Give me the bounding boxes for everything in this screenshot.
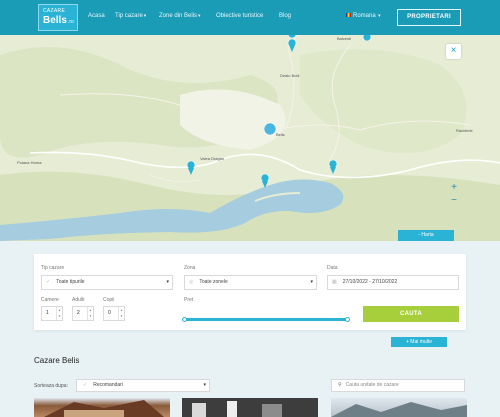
date-value: 27/10/2022 - 27/10/2022: [342, 279, 398, 285]
search-placeholder: Cauta unitate de cazare: [345, 382, 399, 388]
top-navbar: CAZARE Bells .ro Acasa Tip cazare▾ Zone …: [0, 0, 500, 35]
map-place-label: Poiana Horea: [17, 160, 42, 165]
nav-zone[interactable]: Zone din Belis▾: [159, 13, 201, 19]
calendar-icon: ▦: [332, 279, 337, 285]
zone-select[interactable]: ◎ Toate zonele ▾: [184, 275, 317, 290]
logo-text-main: Bells: [43, 15, 67, 26]
price-min-handle[interactable]: [182, 317, 187, 322]
children-stepper[interactable]: 0 ▲ ▼: [103, 306, 125, 321]
caret-down-icon: ▾: [143, 13, 147, 19]
section-title: Cazare Belis: [34, 356, 80, 365]
chevron-down-icon: ▾: [203, 382, 206, 388]
rooms-value: 1: [46, 310, 49, 316]
zoom-in-button[interactable]: +: [449, 183, 459, 194]
nav-tip-cazare[interactable]: Tip cazare▾: [115, 13, 146, 19]
more-filters-tab[interactable]: + Mai multe: [391, 337, 447, 347]
property-search-input[interactable]: ⚲ Cauta unitate de cazare: [331, 379, 465, 392]
map-place-label: Balcesti: [337, 36, 352, 41]
map-canvas: [0, 35, 500, 241]
romania-flag-icon: [346, 13, 351, 18]
date-range-input[interactable]: ▦ 27/10/2022 - 27/10/2022: [327, 275, 459, 290]
logo-text-suffix: .ro: [68, 19, 74, 25]
listing-thumbnail[interactable]: [331, 398, 467, 417]
sort-select[interactable]: ✓ Recomandari ▾: [76, 379, 210, 392]
type-label: Tip cazare: [41, 265, 65, 271]
type-select[interactable]: ✓ Toate tipurile ▾: [41, 275, 173, 290]
map-place-label: Dealu Botii: [280, 73, 300, 78]
caret-down-icon: ▾: [198, 13, 201, 19]
zone-label: Zona: [184, 265, 196, 271]
type-value: Toate tipurile: [56, 279, 85, 285]
spinner-arrows-icon[interactable]: ▲ ▼: [118, 307, 124, 320]
chevron-down-icon: ▾: [166, 279, 169, 285]
nav-acasa-label: Acasa: [88, 13, 105, 19]
nav-tip-cazare-label: Tip cazare: [115, 13, 143, 19]
price-max-handle[interactable]: [345, 317, 350, 322]
spinner-arrows-icon[interactable]: ▲ ▼: [87, 307, 93, 320]
rooms-stepper[interactable]: 1 ▲ ▼: [41, 306, 63, 321]
map-area[interactable]: Poiana Horea Valea Dragan Belis Balcesti…: [0, 35, 500, 241]
interior-photo: [192, 401, 282, 417]
map-place-label: Belis: [276, 132, 285, 137]
nav-obiective[interactable]: Obiective turistice: [216, 13, 263, 19]
children-label: Copii: [103, 297, 115, 303]
listing-thumbnail[interactable]: [182, 398, 318, 417]
spinner-arrows-icon[interactable]: ▲ ▼: [56, 307, 62, 320]
zone-value: Toate zonele: [199, 279, 228, 285]
nav-blog-label: Blog: [279, 13, 292, 19]
search-icon: ⚲: [338, 382, 342, 388]
nav-zone-label: Zone din Belis: [159, 13, 198, 19]
logo-text-top: CAZARE: [43, 8, 66, 14]
nav-obiective-label: Obiective turistice: [216, 13, 264, 19]
adults-stepper[interactable]: 2 ▲ ▼: [72, 306, 94, 321]
adults-value: 2: [77, 310, 80, 316]
price-label: Pret: [184, 297, 194, 303]
site-logo[interactable]: CAZARE Bells .ro: [38, 4, 78, 31]
map-toggle-tab[interactable]: - Harta: [398, 230, 454, 241]
search-button[interactable]: CAUTA: [363, 306, 459, 322]
sort-value: Recomandari: [93, 382, 123, 388]
winter-photo: [331, 402, 467, 417]
location-icon: ◎: [189, 279, 194, 285]
date-label: Data: [327, 265, 338, 271]
owners-button[interactable]: PROPRIETARI: [397, 9, 461, 26]
close-icon[interactable]: ×: [446, 44, 461, 59]
price-range-slider[interactable]: [182, 317, 350, 322]
children-value: 0: [108, 310, 111, 316]
listing-thumbnail[interactable]: [34, 398, 170, 417]
sort-check-icon: ✓: [83, 382, 88, 388]
adults-label: Adulti: [72, 297, 85, 303]
sort-label: Sorteaza dupa:: [34, 383, 68, 389]
map-place-label: Rachitele: [456, 128, 473, 133]
house-photo: [44, 400, 164, 417]
rooms-label: Camere: [41, 297, 59, 303]
nav-blog[interactable]: Blog: [279, 13, 291, 19]
nav-acasa[interactable]: Acasa: [88, 13, 105, 19]
zoom-out-button[interactable]: −: [449, 196, 459, 207]
language-selector[interactable]: Romana ▾: [346, 13, 381, 19]
caret-down-icon: ▾: [376, 13, 381, 19]
map-place-label: Valea Dragan: [200, 156, 225, 161]
chevron-down-icon: ▾: [310, 279, 313, 285]
check-icon: ✓: [46, 279, 51, 285]
language-label: Romana: [353, 13, 376, 19]
